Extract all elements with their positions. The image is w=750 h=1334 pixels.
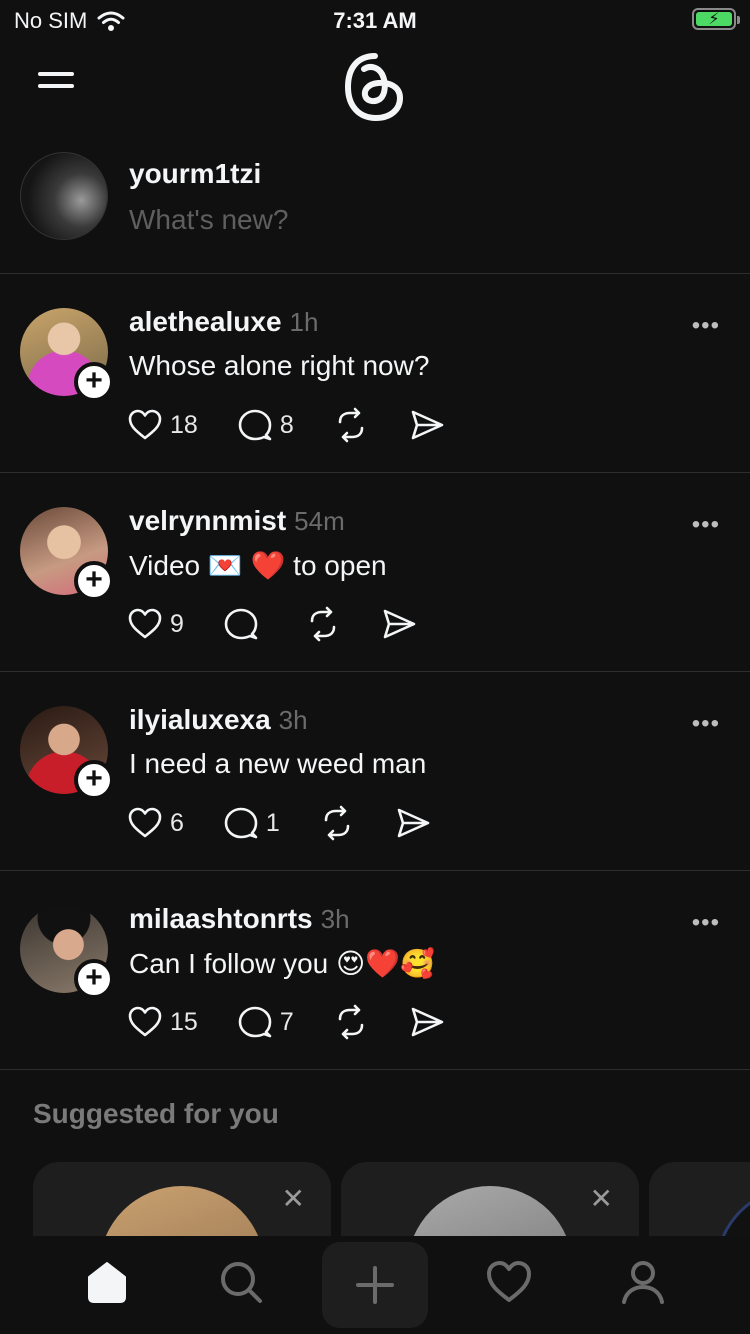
follow-plus-icon[interactable]: + — [74, 959, 114, 999]
heart-icon — [128, 807, 162, 838]
like-count: 9 — [170, 609, 184, 638]
more-options-icon[interactable]: ••• — [692, 312, 720, 340]
avatar[interactable] — [407, 1186, 573, 1236]
post-text: Video 💌 ❤️ to open — [129, 550, 387, 581]
send-icon — [383, 609, 416, 639]
suggested-card[interactable]: ✕ — [341, 1162, 639, 1236]
post-actions: 6 1 — [126, 804, 470, 842]
comment-icon — [238, 1006, 272, 1038]
suggested-card[interactable] — [649, 1162, 750, 1236]
post-text: I need a new weed man — [129, 748, 427, 779]
post-username[interactable]: alethealuxe — [129, 306, 282, 338]
post-text: Can I follow you 😍❤️🥰 — [129, 948, 435, 979]
repost-button[interactable] — [332, 406, 370, 444]
bottom-tab-bar — [0, 1236, 750, 1334]
comment-icon — [224, 807, 258, 839]
comment-button[interactable] — [222, 605, 266, 643]
comment-count: 1 — [265, 808, 280, 837]
like-count: 18 — [170, 410, 198, 439]
tab-profile[interactable] — [588, 1236, 698, 1328]
post[interactable]: + velrynnmist 54m ••• Video 💌 ❤️ to open… — [0, 473, 750, 672]
composer-username: yourm1tzi — [129, 158, 262, 189]
send-icon — [397, 808, 430, 838]
post-timestamp: 54m — [294, 506, 345, 536]
post[interactable]: + alethealuxe 1h ••• Whose alone right n… — [0, 274, 750, 473]
repost-icon — [310, 606, 336, 642]
post-timestamp: 3h — [320, 904, 350, 934]
post[interactable]: + milaashtonrts 3h ••• Can I follow you … — [0, 871, 750, 1070]
activity-heart-icon — [487, 1261, 531, 1302]
comment-count: 8 — [279, 410, 294, 439]
avatar[interactable] — [715, 1186, 750, 1236]
like-button[interactable]: 15 — [126, 1003, 198, 1041]
composer-input[interactable]: What's new? — [129, 204, 288, 236]
search-icon — [221, 1262, 262, 1303]
share-button[interactable] — [394, 804, 432, 842]
like-count: 15 — [170, 1007, 198, 1036]
send-icon — [411, 1007, 444, 1037]
clock: 7:31 AM — [333, 8, 417, 33]
comment-icon — [238, 409, 272, 441]
follow-plus-icon[interactable]: + — [74, 561, 114, 601]
post-actions: 15 7 — [126, 1003, 484, 1041]
like-button[interactable]: 18 — [126, 406, 198, 444]
share-button[interactable] — [408, 1003, 446, 1041]
comment-button[interactable]: 7 — [236, 1003, 294, 1041]
heart-icon — [128, 1006, 162, 1037]
more-options-icon[interactable]: ••• — [692, 909, 720, 937]
post-timestamp: 1h — [289, 307, 319, 337]
threads-logo[interactable] — [340, 50, 410, 124]
post[interactable]: + ilyialuxexa 3h ••• I need a new weed m… — [0, 672, 750, 871]
battery-icon: ⚡ — [692, 8, 740, 30]
create-icon — [356, 1266, 394, 1304]
avatar[interactable] — [99, 1186, 265, 1236]
profile-icon — [622, 1261, 664, 1304]
share-button[interactable] — [408, 406, 446, 444]
post-text: Whose alone right now? — [129, 350, 430, 381]
comment-icon — [224, 608, 258, 640]
post-username[interactable]: milaashtonrts — [129, 903, 313, 935]
comment-button[interactable]: 8 — [236, 406, 294, 444]
charging-bolt-icon: ⚡ — [708, 11, 720, 28]
post-actions: 18 8 — [126, 406, 484, 444]
repost-icon — [324, 805, 350, 841]
repost-button[interactable] — [304, 605, 342, 643]
heart-icon — [128, 409, 162, 440]
like-count: 6 — [170, 808, 184, 837]
tab-activity[interactable] — [454, 1236, 564, 1328]
repost-icon — [338, 1004, 364, 1040]
follow-plus-icon[interactable]: + — [74, 760, 114, 800]
close-icon[interactable]: ✕ — [282, 1182, 305, 1215]
more-options-icon[interactable]: ••• — [692, 710, 720, 738]
suggested-carousel[interactable]: ✕ ✕ — [0, 1162, 750, 1236]
tab-create[interactable] — [322, 1242, 428, 1328]
suggested-card[interactable]: ✕ — [33, 1162, 331, 1236]
comment-button[interactable]: 1 — [222, 804, 280, 842]
send-icon — [411, 410, 444, 440]
heart-icon — [128, 608, 162, 639]
post-timestamp: 3h — [278, 705, 308, 735]
comment-count: 7 — [279, 1007, 294, 1036]
follow-plus-icon[interactable]: + — [74, 362, 114, 402]
post-username[interactable]: velrynnmist — [129, 505, 286, 537]
more-options-icon[interactable]: ••• — [692, 511, 720, 539]
suggested-heading: Suggested for you — [33, 1098, 279, 1129]
avatar[interactable] — [20, 152, 108, 240]
home-icon — [88, 1262, 126, 1303]
like-button[interactable]: 6 — [126, 804, 184, 842]
post-username[interactable]: ilyialuxexa — [129, 704, 271, 736]
tab-home[interactable] — [52, 1236, 162, 1328]
repost-icon — [338, 407, 364, 443]
post-actions: 9 — [126, 605, 456, 643]
close-icon[interactable]: ✕ — [590, 1182, 613, 1215]
repost-button[interactable] — [332, 1003, 370, 1041]
app-header — [0, 44, 750, 134]
share-button[interactable] — [380, 605, 418, 643]
new-thread-composer[interactable]: yourm1tzi What's new? — [0, 134, 750, 274]
status-bar: No SIM 7:31 AM ⚡ — [0, 0, 750, 40]
repost-button[interactable] — [318, 804, 356, 842]
menu-icon[interactable] — [38, 72, 74, 100]
like-button[interactable]: 9 — [126, 605, 184, 643]
tab-search[interactable] — [186, 1236, 296, 1328]
